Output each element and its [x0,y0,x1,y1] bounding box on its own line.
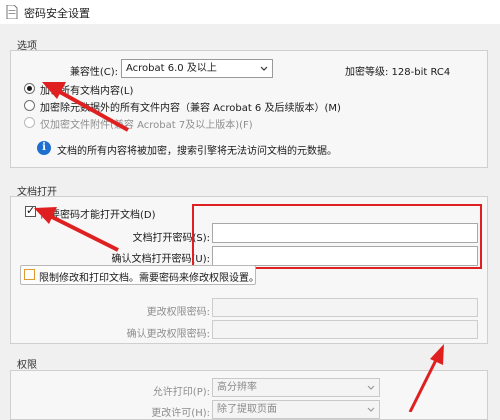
require-open-password-label: 需要密码才能打开文档(D) [40,210,156,221]
change-permission-password-label: 更改权限密码: [146,307,210,318]
encryption-level: 加密等级: 128-bit RC4 [345,67,451,78]
allow-print-select[interactable]: 高分辨率 [212,378,380,397]
compat-label: 兼容性(C): [69,67,118,78]
radio-encrypt-attachments-label: 仅加密文件附件(兼容 Acrobat 7及以上版本)(F) [40,120,253,131]
radio-encrypt-except-metadata-label: 加密除元数据外的所有文件内容（兼容 Acrobat 6 及后续版本）(M) [40,103,341,114]
require-open-password-checkbox[interactable] [25,204,36,217]
annotation-red-box [192,204,482,269]
confirm-change-permission-password-label: 确认更改权限密码: [126,329,210,340]
change-permission-select-value: 除了提取页面 [217,404,277,415]
window-title: 密码安全设置 [24,7,90,20]
change-permission-password-input[interactable] [212,298,478,317]
permissions-section-label: 权限 [17,360,37,371]
confirm-change-permission-password-input[interactable] [212,320,478,339]
chevron-down-icon [260,66,268,71]
compat-select-value: Acrobat 6.0 及以上 [126,63,217,74]
document-icon [6,5,18,19]
radio-encrypt-all-label: 加密所有文档内容(L) [40,86,134,97]
radio-encrypt-except-metadata[interactable] [24,100,35,111]
restrict-permissions-checkbox[interactable] [24,269,35,280]
chevron-down-icon [367,385,375,390]
info-text: 文档的所有内容将被加密，搜索引擎将无法访问文档的元数据。 [57,146,337,157]
allow-print-select-value: 高分辨率 [217,382,257,393]
allow-print-label: 允许打印(P): [152,387,210,398]
info-icon: i [37,141,51,155]
chevron-down-icon [367,407,375,412]
change-permission-select[interactable]: 除了提取页面 [212,400,380,419]
restrict-permissions-label: 限制修改和打印文档。需要密码来修改权限设置。 [39,273,259,284]
compat-select[interactable]: Acrobat 6.0 及以上 [121,59,273,78]
radio-encrypt-all[interactable] [24,83,35,94]
radio-encrypt-attachments[interactable] [24,117,35,128]
